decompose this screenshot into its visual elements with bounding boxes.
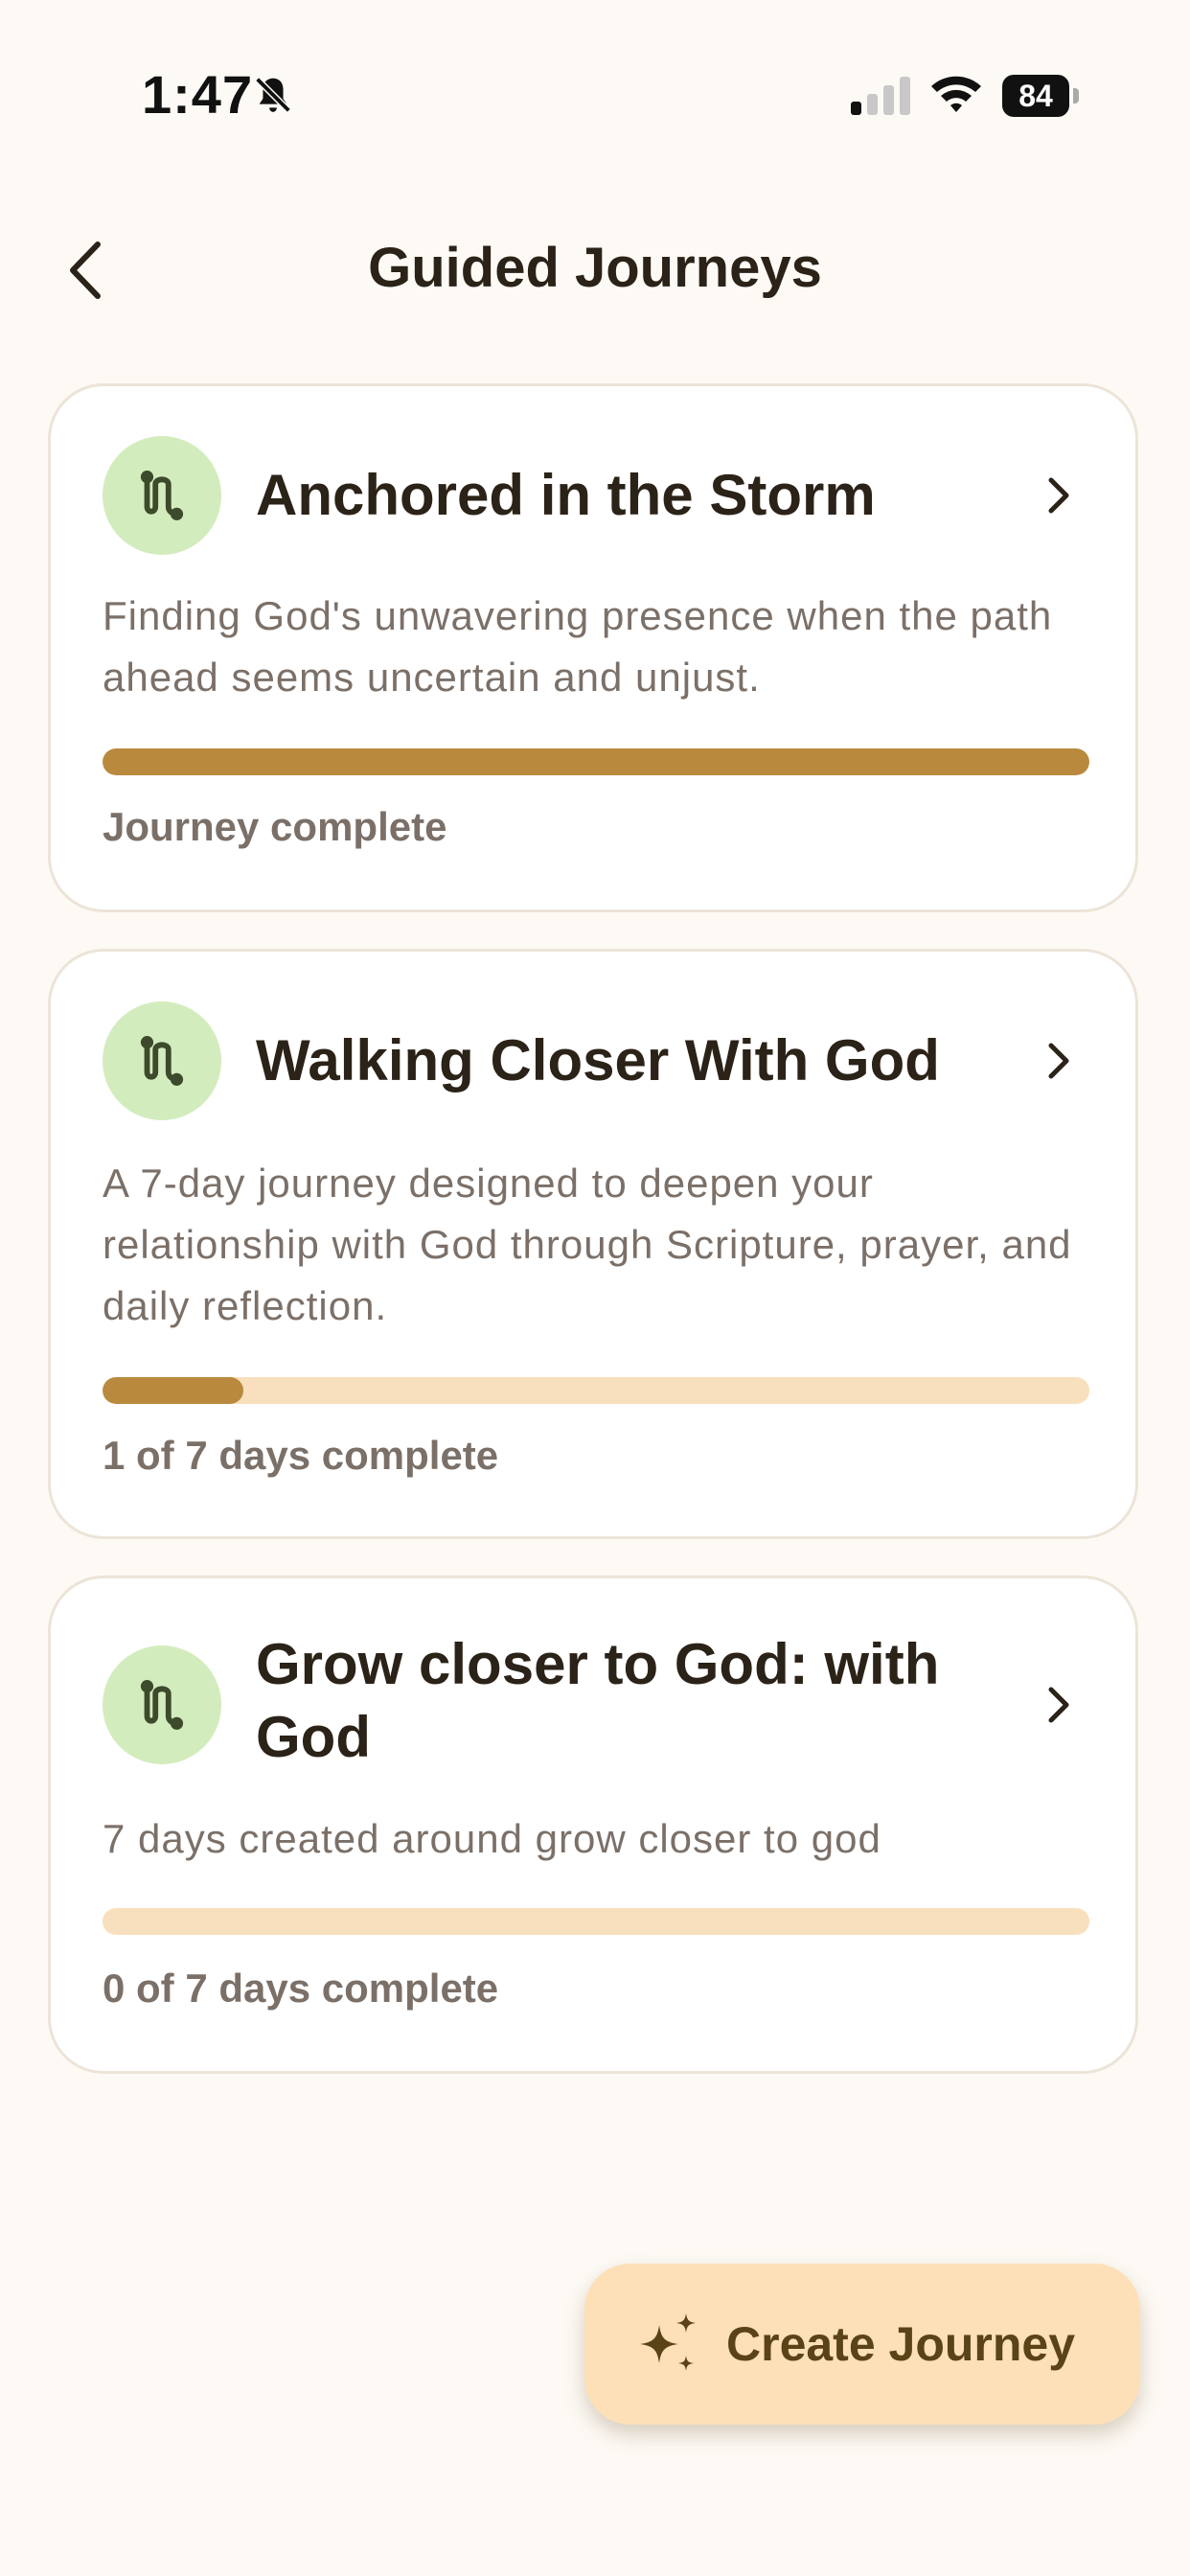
create-journey-button[interactable]: Create Journey <box>584 2264 1140 2425</box>
progress-fill <box>103 748 1089 775</box>
progress-fill <box>103 1377 244 1404</box>
battery-cap <box>1073 88 1079 104</box>
header: Guided Journeys <box>0 211 1190 326</box>
battery-level: 84 <box>1002 75 1069 117</box>
journey-title: Walking Closer With God <box>256 1028 940 1092</box>
journey-route-icon <box>103 1645 221 1764</box>
cellular-signal-icon <box>849 77 912 117</box>
journey-title: Grow closer to God: with God <box>256 1632 940 1769</box>
journey-route-icon <box>103 436 221 555</box>
bell-muted-icon <box>251 73 295 117</box>
journey-card[interactable]: Walking Closer With God A 7-day journey … <box>48 949 1138 1539</box>
sparkles-icon <box>640 2313 696 2371</box>
chevron-right-icon <box>1038 1032 1080 1090</box>
battery-icon: 84 <box>1002 75 1079 117</box>
journey-description: 7 days created around grow closer to god <box>103 1816 881 1861</box>
chevron-right-icon <box>1038 467 1080 524</box>
journey-card[interactable]: Grow closer to God: with God 7 days crea… <box>48 1576 1138 2074</box>
wifi-icon <box>929 73 983 115</box>
status-time: 1:47 <box>142 64 254 125</box>
status-bar: 1:47 84 <box>0 0 1190 192</box>
progress-bar <box>103 1377 1089 1404</box>
journey-title: Anchored in the Storm <box>256 463 876 527</box>
progress-bar <box>103 748 1089 775</box>
progress-label: 1 of 7 days complete <box>103 1433 499 1478</box>
chevron-right-icon <box>1038 1676 1080 1734</box>
journey-description: A 7-day journey designed to deepen your … <box>103 1161 1072 1328</box>
journey-route-icon <box>103 1001 221 1120</box>
progress-label: Journey complete <box>103 804 447 849</box>
progress-label: 0 of 7 days complete <box>103 1966 499 2011</box>
progress-bar <box>103 1908 1089 1935</box>
create-journey-label: Create Journey <box>726 2317 1076 2371</box>
journey-description: Finding God's unwavering presence when t… <box>103 593 1053 700</box>
journey-card[interactable]: Anchored in the Storm Finding God's unwa… <box>48 383 1138 912</box>
page-title: Guided Journeys <box>368 237 822 299</box>
